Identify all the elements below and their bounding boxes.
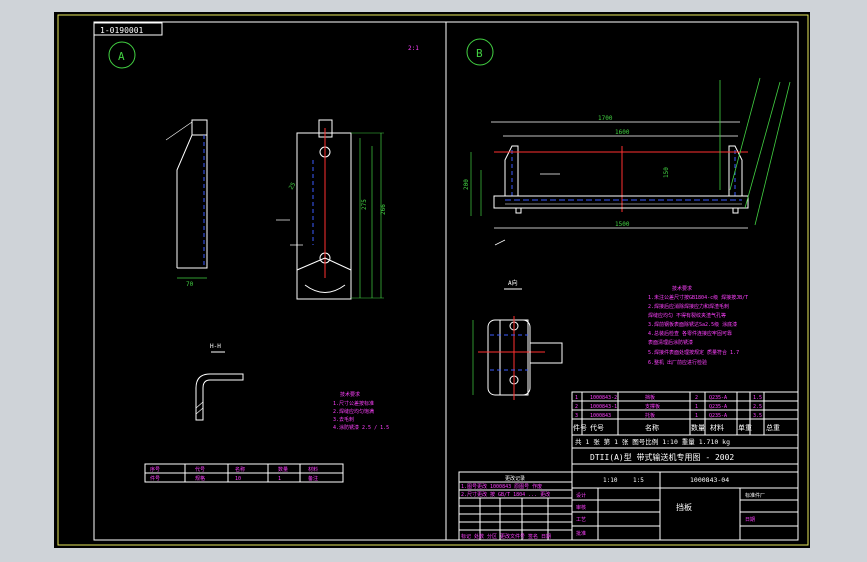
bom-cell: 1000843-1 bbox=[590, 404, 617, 410]
view-a-label: A bbox=[118, 50, 125, 63]
scale-value: 1:10 bbox=[603, 477, 618, 484]
small-table-cell: 名称 bbox=[235, 466, 245, 473]
date-field: 设计 bbox=[576, 492, 586, 499]
bom-cell: 2 bbox=[695, 395, 698, 401]
bom-header-cell: 代号 bbox=[590, 423, 604, 432]
dim-b-inner: 1600 bbox=[615, 129, 630, 136]
bom-header-cell: 件号 bbox=[573, 423, 587, 432]
bom-cell: 1000843-2 bbox=[590, 395, 617, 401]
dim-b-mid: 150 bbox=[663, 167, 670, 178]
bom-cell: Q235-A bbox=[709, 404, 727, 410]
bom-cell: 3.5 bbox=[753, 413, 762, 419]
bom-cell: 3 bbox=[575, 413, 578, 419]
tech-req-a-line: 4.涂防锈漆 2.5 / 1.5 bbox=[333, 424, 389, 431]
tech-req-b: 技术要求 1.未注公差尺寸按GB1804-c级 焊接按JB/T 2.焊接后应消除… bbox=[648, 285, 748, 366]
bom-cell: 1000843 bbox=[590, 413, 611, 419]
part-name: 挡板 bbox=[676, 502, 692, 512]
date-field: 工艺 bbox=[576, 517, 586, 523]
tech-req-b-line: 5.焊接件表面处理按规定 质量符合 1.7 bbox=[648, 349, 739, 356]
dim-b-height: 200 bbox=[463, 179, 470, 190]
scale-note: 2:1 bbox=[408, 45, 419, 52]
bom-cell: 托板 bbox=[645, 412, 655, 419]
bom-cell: 2 bbox=[575, 404, 578, 410]
tech-req-b-line: 2.焊接后应消除焊接应力和焊渣毛刺 bbox=[648, 303, 729, 310]
drawing-number: 1000843-04 bbox=[690, 476, 729, 484]
tech-req-a-title: 技术要求 bbox=[340, 391, 360, 398]
small-table-cell: 备注 bbox=[308, 475, 318, 482]
tech-req-b-line: 3.焊前钢板表面除锈达Sa2.5级 涂底漆 bbox=[648, 321, 737, 328]
tech-req-a-line: 1.尺寸公差按标准 bbox=[333, 400, 374, 407]
tech-req-a-line: 2.焊缝应均匀饱满 bbox=[333, 408, 374, 415]
bom-header-cell: 单重 bbox=[738, 423, 752, 432]
bom-cell: Q235-A bbox=[709, 413, 727, 419]
tech-req-b-line: 4.总装后检查 各零件连接应牢固可靠 bbox=[648, 330, 732, 337]
company-name: 标准件厂 bbox=[745, 492, 765, 499]
bom-header-cell: 名称 bbox=[645, 423, 659, 432]
small-table-cell: 材料 bbox=[308, 466, 318, 473]
small-table-cell: 10 bbox=[235, 476, 241, 482]
drawing-sheet bbox=[54, 12, 810, 548]
tech-req-b-line: 表面清理后涂防锈漆 bbox=[648, 339, 693, 346]
bom-header-cell: 材料 bbox=[710, 423, 724, 432]
small-table-cell: 数量 bbox=[278, 466, 288, 473]
bom-header-cell: 数量 bbox=[691, 423, 705, 432]
main-title: DTII(A)型 带式输送机专用图 - 2002 bbox=[590, 452, 734, 462]
view-b-label: B bbox=[476, 47, 483, 60]
bom-cell: 1 bbox=[695, 404, 698, 410]
small-table-cell: 1 bbox=[278, 476, 281, 482]
rev-table-line: 标记 处数 分区 更改文件号 签名 日期 bbox=[461, 533, 551, 540]
dim-a-width: 70 bbox=[186, 281, 194, 288]
bom-cell: 1 bbox=[575, 395, 578, 401]
dim-b-overall: 1700 bbox=[598, 115, 613, 122]
bom-note-line: 共 1 张 第 1 张 图号比例 1:10 重量 1.710 kg bbox=[575, 437, 730, 446]
small-table-cell: 规格 bbox=[195, 475, 205, 482]
section-label-h: H-H bbox=[210, 343, 221, 350]
small-table-cell: 代号 bbox=[195, 466, 205, 473]
small-table-cell: 件号 bbox=[150, 475, 160, 482]
tech-req-b-line: 6.整机 出厂前应进行检验 bbox=[648, 359, 707, 366]
bom-cell: 1.5 bbox=[753, 395, 762, 401]
bom-header-cell: 总重 bbox=[766, 423, 780, 432]
section-label-a: A向 bbox=[508, 279, 518, 287]
bom-cell: 1 bbox=[695, 413, 698, 419]
date-field: 批准 bbox=[576, 530, 586, 537]
bom-cell: 支撑板 bbox=[645, 403, 660, 410]
dim-b-bottom: 1500 bbox=[615, 221, 630, 228]
rev-table-title: 更改记录 bbox=[505, 475, 525, 482]
date-field: 日期 bbox=[745, 517, 755, 523]
ratio-value: 1:5 bbox=[633, 477, 644, 484]
bom-cell: Q235-A bbox=[709, 395, 727, 401]
small-table-cell: 序号 bbox=[150, 466, 160, 473]
cad-drawing-canvas: 1-0190001 A B 2:1 70 275 266 25 H-H 技术要求… bbox=[54, 12, 810, 548]
dim-a-height: 275 bbox=[361, 199, 368, 210]
bom-cell: 2.5 bbox=[753, 404, 762, 410]
rev-table-line: 2.尺寸更改 按 GB/T 1804 ... 更改 bbox=[461, 491, 550, 498]
bom-cell: 挡板 bbox=[645, 394, 655, 401]
rev-table-line: 1.图号更改 1000843 原图号 作废 bbox=[461, 483, 542, 490]
tech-req-a-line: 3.去毛刺 bbox=[333, 416, 354, 423]
tech-req-b-line: 焊缝应均匀 不得有裂纹夹渣气孔等 bbox=[648, 312, 726, 319]
date-field: 审核 bbox=[576, 504, 586, 511]
dim-a-height2: 266 bbox=[380, 204, 387, 215]
tech-req-b-title: 技术要求 bbox=[672, 285, 692, 292]
tech-req-b-line: 1.未注公差尺寸按GB1804-c级 焊接按JB/T bbox=[648, 294, 748, 301]
drawing-code: 1-0190001 bbox=[100, 26, 144, 35]
